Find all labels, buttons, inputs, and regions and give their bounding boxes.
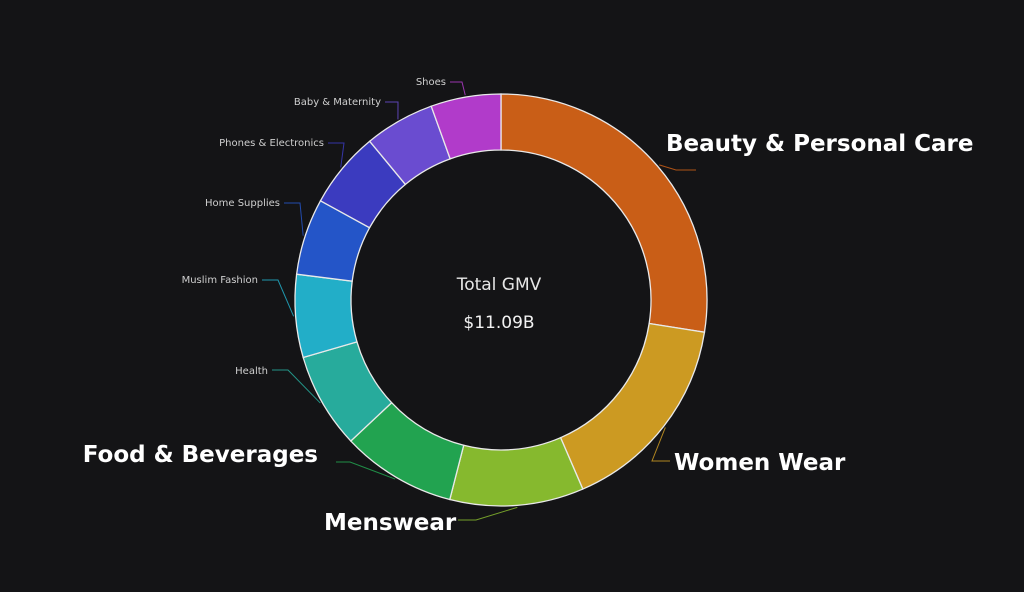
- slice-label-menswear: Menswear: [324, 510, 457, 536]
- chart-svg: Beauty & Personal Care Women Wear Menswear…: [83, 77, 974, 536]
- center-title: Total GMV: [456, 275, 542, 295]
- leader-line-baby-and-maternity: [385, 101, 399, 120]
- leader-line-beauty-and-personal-care: [659, 164, 696, 171]
- slice-menswear[interactable]: [448, 436, 584, 507]
- leader-line-menswear: [458, 506, 518, 521]
- slice-label-food-and-beverages: Food & Beverages: [83, 442, 318, 468]
- slice-label-muslim-fashion: Muslim Fashion: [182, 275, 258, 286]
- slice-label-phones-and-electronics: Phones & Electronics: [219, 138, 324, 149]
- donut-chart: Beauty & Personal Care Women Wear Menswear…: [0, 0, 1024, 592]
- slice-label-health: Health: [235, 366, 268, 377]
- leader-line-home-supplies: [284, 202, 304, 236]
- slice-label-baby-and-maternity: Baby & Maternity: [294, 97, 381, 108]
- slices-group: [294, 93, 708, 507]
- slice-muslim-fashion[interactable]: [294, 273, 358, 359]
- slice-label-women-wear: Women Wear: [674, 450, 846, 476]
- slice-beauty-and-personal-care[interactable]: [500, 93, 708, 333]
- slice-label-shoes: Shoes: [416, 77, 446, 88]
- leader-line-phones-and-electronics: [328, 142, 345, 168]
- leader-line-muslim-fashion: [262, 279, 295, 317]
- slice-label-home-supplies: Home Supplies: [205, 198, 280, 209]
- leader-line-shoes: [450, 81, 466, 96]
- slice-label-beauty-and-personal-care: Beauty & Personal Care: [666, 131, 974, 157]
- center-value: $11.09B: [463, 313, 534, 333]
